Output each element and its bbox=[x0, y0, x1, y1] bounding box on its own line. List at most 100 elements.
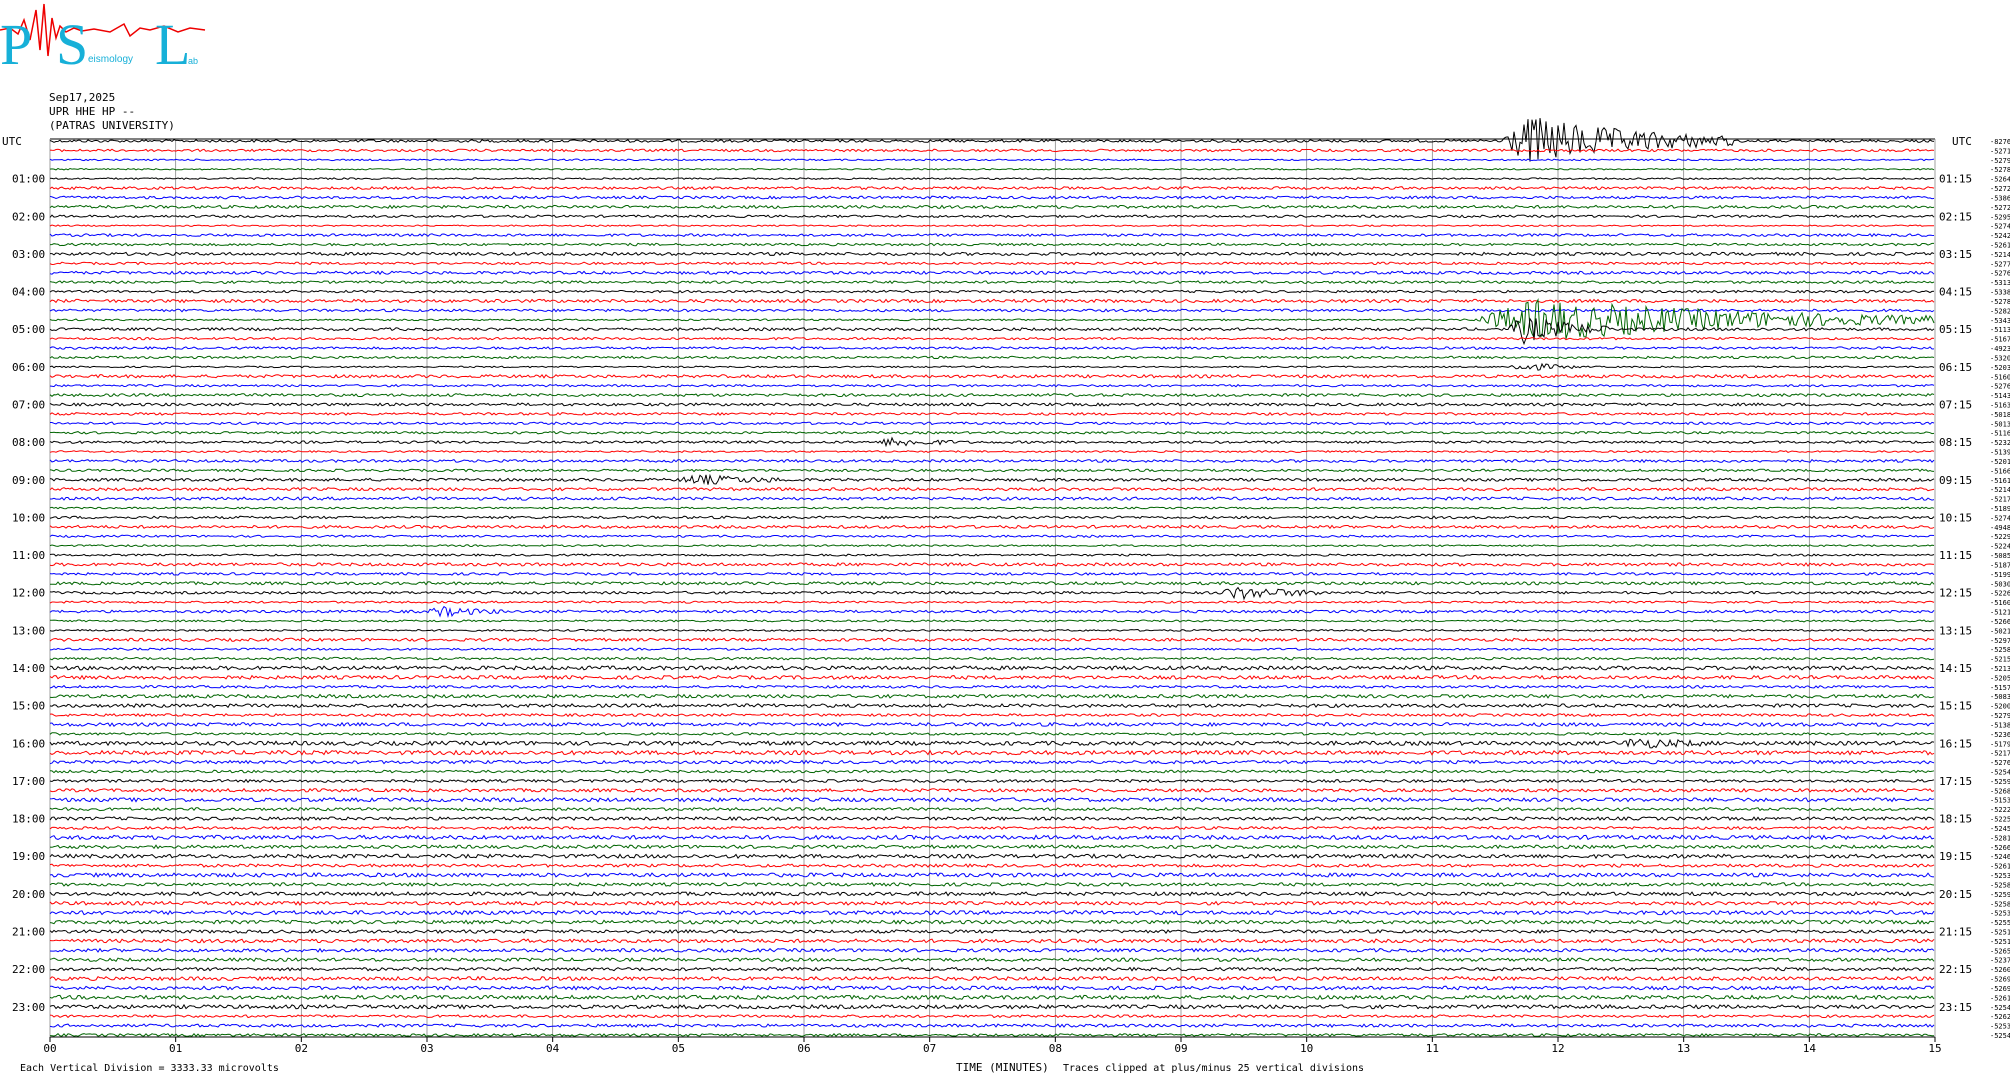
trace-offset-label: -5085 bbox=[1990, 552, 2010, 560]
left-hour-label: 18:00 bbox=[12, 813, 45, 826]
left-hour-label: 12:00 bbox=[12, 587, 45, 600]
seismic-trace bbox=[49, 430, 1935, 435]
trace-offset-label: -5214 bbox=[1990, 486, 2010, 494]
trace-offset-label: -5259 bbox=[1990, 778, 2010, 786]
seismic-trace bbox=[49, 195, 1935, 200]
trace-offset-label: -5139 bbox=[1990, 449, 2010, 457]
seismic-trace bbox=[49, 749, 1935, 756]
seismic-trace bbox=[49, 909, 1935, 916]
right-hour-label: 17:15 bbox=[1939, 775, 1972, 788]
seismic-trace bbox=[49, 863, 1935, 869]
seismic-trace bbox=[49, 534, 1935, 538]
right-hour-label: 04:15 bbox=[1939, 286, 1972, 299]
seismic-trace bbox=[49, 544, 1935, 548]
trace-offset-label: -5261 bbox=[1990, 994, 2010, 1002]
trace-offset-label: -5258 bbox=[1990, 900, 2010, 908]
x-tick-label: 01 bbox=[169, 1042, 182, 1055]
trace-offset-label: -5277 bbox=[1990, 260, 2010, 268]
x-tick-label: 11 bbox=[1426, 1042, 1439, 1055]
seismic-trace bbox=[49, 647, 1935, 651]
seismic-trace bbox=[49, 966, 1935, 972]
trace-offset-label: -5116 bbox=[1990, 430, 2010, 438]
seismic-trace bbox=[49, 280, 1935, 285]
trace-offset-label: -5167 bbox=[1990, 336, 2010, 344]
seismic-trace bbox=[49, 177, 1934, 181]
seismic-trace bbox=[49, 713, 1935, 718]
trace-offset-label: -5295 bbox=[1990, 213, 2010, 221]
trace-offset-label: -5153 bbox=[1990, 797, 2010, 805]
seismic-trace bbox=[49, 684, 1935, 689]
seismic-trace bbox=[49, 787, 1935, 793]
left-hour-label: 13:00 bbox=[12, 624, 45, 637]
helicorder-chart: UTC UTC 01:00 01:15 02:00 02:15 03:00 03:15 04:0… bbox=[2, 118, 2010, 1074]
x-tick-label: 15 bbox=[1928, 1042, 1941, 1055]
trace-offset-label: -5272 bbox=[1990, 204, 2010, 212]
trace-offset-label: -5215 bbox=[1990, 656, 2010, 664]
trace-offset-label: -5245 bbox=[1990, 825, 2010, 833]
trace-offset-label: -5203 bbox=[1990, 364, 2010, 372]
left-hour-label: 01:00 bbox=[12, 173, 45, 186]
seismic-trace bbox=[49, 919, 1934, 925]
seismic-trace bbox=[49, 436, 1935, 448]
left-hour-label: 10:00 bbox=[12, 511, 45, 524]
seismic-trace bbox=[49, 383, 1935, 388]
trace-offset-label: -5161 bbox=[1990, 477, 2010, 485]
seismic-trace bbox=[49, 392, 1935, 398]
trace-offset-label: -5251 bbox=[1990, 938, 2010, 946]
seismic-trace bbox=[49, 224, 1935, 227]
seismic-trace bbox=[49, 515, 1935, 520]
trace-offset-label: -5246 bbox=[1990, 853, 2010, 861]
trace-offset-label: -5242 bbox=[1990, 232, 2010, 240]
seismic-trace bbox=[49, 450, 1935, 454]
seismic-trace bbox=[49, 985, 1935, 991]
trace-offset-label: -5258 bbox=[1990, 646, 2010, 654]
trace-offset-label: -4923 bbox=[1990, 345, 2010, 353]
trace-offset-label: -5338 bbox=[1990, 289, 2010, 297]
left-hour-label: 15:00 bbox=[12, 700, 45, 713]
seismic-trace bbox=[49, 731, 1935, 736]
trace-offset-label: -5205 bbox=[1990, 674, 2010, 682]
seismic-trace bbox=[49, 373, 1935, 379]
seismic-trace bbox=[49, 506, 1935, 510]
x-tick-label: 05 bbox=[672, 1042, 685, 1055]
left-hour-label: 03:00 bbox=[12, 248, 45, 261]
right-hour-label: 14:15 bbox=[1939, 662, 1972, 675]
trace-offset-label: -5018 bbox=[1990, 411, 2010, 419]
trace-offset-label: -5261 bbox=[1990, 863, 2010, 871]
seismic-trace bbox=[49, 270, 1935, 276]
trace-offset-label: -5013 bbox=[1990, 420, 2010, 428]
trace-offset-label: -5214 bbox=[1990, 251, 2010, 259]
seismic-trace bbox=[49, 656, 1935, 661]
trace-offset-label: -5279 bbox=[1990, 712, 2010, 720]
trace-offset-label: -5262 bbox=[1990, 1013, 2010, 1021]
trace-offset-label: -5282 bbox=[1990, 307, 2010, 315]
x-tick-label: 00 bbox=[43, 1042, 56, 1055]
seismic-trace bbox=[49, 298, 1935, 304]
seismic-trace bbox=[49, 738, 1935, 749]
trace-offset-label: -5274 bbox=[1990, 514, 2010, 522]
right-utc-label: UTC bbox=[1952, 135, 1972, 148]
seismic-trace bbox=[49, 693, 1935, 699]
trace-offset-label: -5258 bbox=[1990, 881, 2010, 889]
trace-offset-label: -5236 bbox=[1990, 731, 2010, 739]
seismic-trace bbox=[49, 308, 1935, 313]
seismic-trace bbox=[49, 468, 1935, 473]
trace-offset-label: -5237 bbox=[1990, 957, 2010, 965]
trace-offset-label: -5138 bbox=[1990, 721, 2010, 729]
seismic-trace bbox=[49, 957, 1935, 963]
seismic-trace bbox=[49, 844, 1935, 850]
x-tick-label: 14 bbox=[1803, 1042, 1817, 1055]
trace-offset-label: -8276 bbox=[1990, 138, 2010, 146]
right-hour-label: 05:15 bbox=[1939, 323, 1972, 336]
seismic-trace bbox=[49, 473, 1935, 485]
trace-offset-label: -5278 bbox=[1990, 166, 2010, 174]
left-hour-label: 16:00 bbox=[12, 737, 45, 750]
seismic-trace bbox=[49, 929, 1935, 934]
seismic-trace bbox=[50, 421, 1935, 426]
seismic-trace bbox=[49, 355, 1935, 360]
trace-offset-label: -5251 bbox=[1990, 928, 2010, 936]
trace-offset-label: -5254 bbox=[1990, 769, 2010, 777]
left-hour-label: 19:00 bbox=[12, 850, 45, 863]
trace-offset-label: -5163 bbox=[1990, 401, 2010, 409]
seismic-trace bbox=[49, 665, 1935, 671]
